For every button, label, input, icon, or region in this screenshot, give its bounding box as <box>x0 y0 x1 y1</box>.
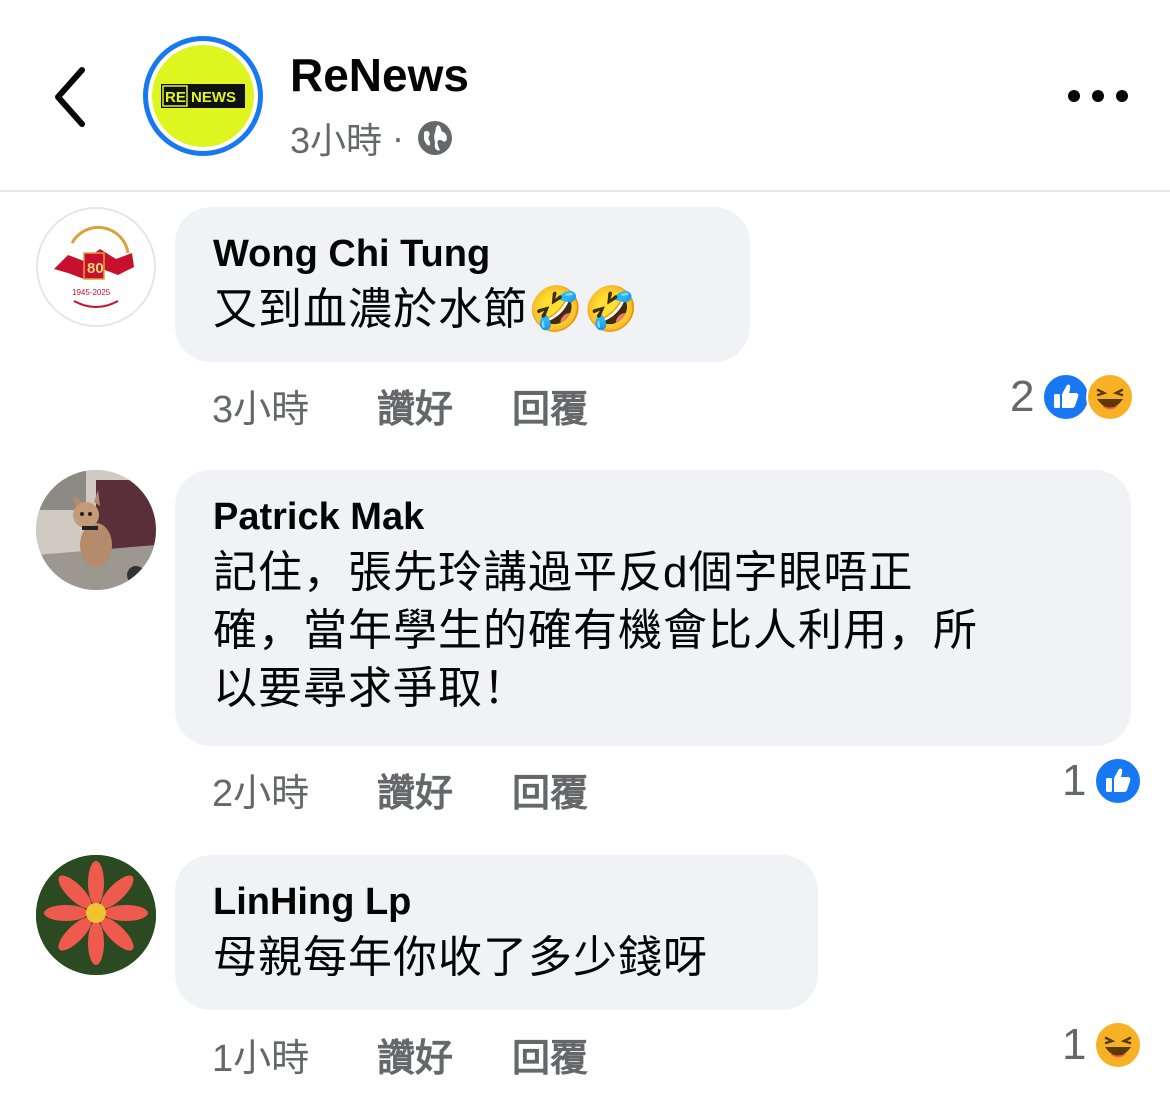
commemorative-badge-avatar: 80 1945-2025 <box>40 211 152 323</box>
reaction-count: 1 <box>1062 756 1087 805</box>
comment-bubble: Patrick Mak 記住，張先玲講過平反d個字眼唔正 確，當年學生的確有機會… <box>175 470 1131 746</box>
renews-logo-icon: RE NEWS <box>161 84 245 108</box>
reaction-count: 1 <box>1062 1020 1087 1069</box>
like-button[interactable]: 讚好 <box>377 378 512 433</box>
like-button[interactable]: 讚好 <box>377 1027 512 1082</box>
comment-time[interactable]: 3小時 <box>212 378 377 433</box>
svg-text:RE: RE <box>165 89 186 106</box>
comment-bubble: Wong Chi Tung 又到血濃於水節🤣🤣 <box>175 207 750 362</box>
flower-photo-avatar <box>36 855 156 975</box>
page-avatar[interactable]: RE NEWS <box>143 36 263 156</box>
renews-logo: RE NEWS <box>152 45 254 147</box>
avatar[interactable] <box>36 470 156 590</box>
globe-icon <box>418 121 453 155</box>
reaction-summary[interactable]: 1 <box>1062 1020 1143 1070</box>
comment-author[interactable]: Patrick Mak <box>213 494 1093 540</box>
avatar[interactable] <box>36 855 156 975</box>
header-divider <box>0 190 1170 192</box>
reaction-summary[interactable]: 1 <box>1062 756 1143 806</box>
comment-text-line: 以要尋求爭取！ <box>213 664 528 713</box>
svg-text:80: 80 <box>87 260 104 277</box>
svg-text:1945-2025: 1945-2025 <box>72 288 111 297</box>
comment-text-line: 確，當年學生的確有機會比人利用，所 <box>213 606 978 655</box>
post-meta: 3小時 · <box>290 112 454 164</box>
comment-text: 記住，張先玲講過平反d個字眼唔正 確，當年學生的確有機會比人利用，所 以要尋求爭… <box>213 544 1093 718</box>
comment-author[interactable]: LinHing Lp <box>213 879 780 925</box>
comment-actions: 2小時 讚好 回覆 <box>212 762 588 817</box>
like-icon <box>1042 373 1091 421</box>
comment-bubble: LinHing Lp 母親每年你收了多少錢呀 <box>175 855 818 1010</box>
meta-separator: · <box>392 117 405 158</box>
comment-actions: 3小時 讚好 回覆 <box>212 378 588 433</box>
reply-button[interactable]: 回覆 <box>512 1027 588 1082</box>
comment-time[interactable]: 2小時 <box>212 762 377 817</box>
avatar[interactable]: 80 1945-2025 <box>36 207 156 327</box>
reaction-count: 2 <box>1010 372 1035 421</box>
reply-button[interactable]: 回覆 <box>512 762 588 817</box>
like-icon <box>1094 757 1143 805</box>
comment-text: 又到血濃於水節🤣🤣 <box>213 285 640 334</box>
post-header: RE NEWS ReNews 3小時 · <box>0 0 1170 190</box>
comment-actions: 1小時 讚好 回覆 <box>212 1027 588 1082</box>
more-dots-icon[interactable] <box>1066 82 1130 110</box>
haha-icon <box>1086 373 1135 421</box>
comment-text: 母親每年你收了多少錢呀 <box>213 933 708 982</box>
comment-author[interactable]: Wong Chi Tung <box>213 231 712 277</box>
comment-time[interactable]: 1小時 <box>212 1027 377 1082</box>
post-time: 3小時 <box>290 120 383 161</box>
haha-icon <box>1094 1021 1143 1069</box>
comment-text-line: 記住，張先玲講過平反d個字眼唔正 <box>213 548 914 597</box>
reaction-summary[interactable]: 2 <box>1010 372 1135 422</box>
like-button[interactable]: 讚好 <box>377 762 512 817</box>
back-chevron-icon[interactable] <box>48 62 96 132</box>
reply-button[interactable]: 回覆 <box>512 378 588 433</box>
svg-text:NEWS: NEWS <box>191 89 236 106</box>
page-name[interactable]: ReNews <box>290 48 469 102</box>
dog-photo-avatar <box>36 470 156 590</box>
